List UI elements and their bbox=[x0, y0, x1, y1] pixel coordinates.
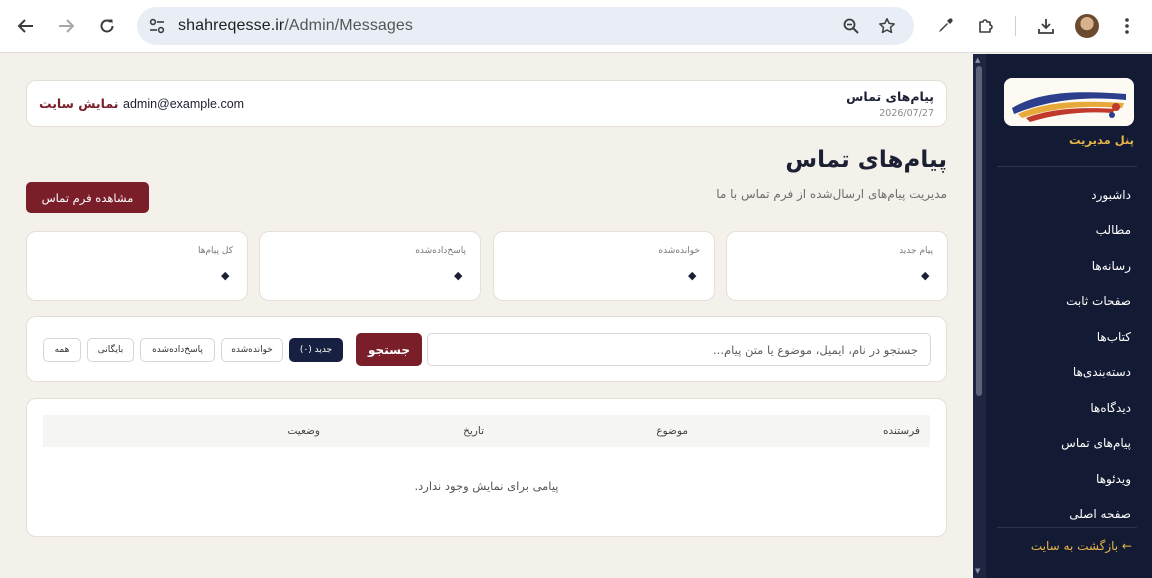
profile-avatar[interactable] bbox=[1075, 14, 1099, 38]
kebab-menu-icon[interactable] bbox=[1112, 11, 1142, 41]
stat-value: ◆ bbox=[688, 269, 697, 282]
stat-card-answered: پاسخ‌داده‌شده ◆ bbox=[259, 231, 481, 301]
forward-arrow-icon[interactable] bbox=[51, 11, 81, 41]
sidebar-item-videos[interactable]: ویدئوها bbox=[1096, 472, 1131, 486]
stat-value: ◆ bbox=[921, 269, 930, 282]
download-icon[interactable] bbox=[1031, 11, 1061, 41]
search-input[interactable] bbox=[427, 333, 931, 366]
sidebar-item-dashboard[interactable]: داشبورد bbox=[1091, 188, 1131, 202]
reload-icon[interactable] bbox=[92, 11, 122, 41]
browser-toolbar: shahreqesse.ir/Admin/Messages bbox=[0, 0, 1152, 53]
filter-tab-answered[interactable]: پاسخ‌داده‌شده bbox=[140, 338, 215, 362]
page-title: پیام‌های تماس bbox=[785, 147, 947, 173]
admin-email: admin@example.com bbox=[123, 97, 245, 111]
stat-card-total: کل پیام‌ها ◆ bbox=[26, 231, 248, 301]
filter-tab-read[interactable]: خوانده‌شده bbox=[221, 338, 283, 362]
column-header-sender[interactable]: فرستنده bbox=[883, 425, 920, 437]
bookmark-star-icon[interactable] bbox=[876, 15, 898, 37]
view-contact-form-button[interactable]: مشاهده فرم تماس bbox=[26, 182, 149, 213]
scroll-up-icon[interactable]: ▲ bbox=[975, 56, 980, 64]
stat-card-new: پیام جدید ◆ bbox=[726, 231, 948, 301]
column-header-status[interactable]: وضعیت bbox=[287, 425, 320, 437]
site-logo[interactable] bbox=[1004, 78, 1134, 126]
zoom-icon[interactable] bbox=[840, 15, 862, 37]
sidebar-scrollbar[interactable]: ▲ ▼ bbox=[973, 54, 986, 578]
stat-label: کل پیام‌ها bbox=[198, 246, 233, 256]
filter-tab-all[interactable]: همه bbox=[43, 338, 81, 362]
messages-table: فرستنده موضوع تاریخ وضعیت پیامی برای نما… bbox=[26, 398, 947, 537]
stat-value: ◆ bbox=[454, 269, 463, 282]
main-content: پیام‌های تماس 2026/07/27 admin@example.c… bbox=[0, 54, 972, 578]
filter-tab-new[interactable]: جدید (۰) bbox=[289, 338, 343, 362]
stat-value: ◆ bbox=[221, 269, 230, 282]
sidebar-item-categories[interactable]: دسته‌بندی‌ها bbox=[1073, 365, 1131, 379]
filter-bar: جستجو جدید (۰) خوانده‌شده پاسخ‌داده‌شده … bbox=[26, 316, 947, 382]
scrollbar-thumb[interactable] bbox=[976, 66, 982, 396]
sidebar-divider bbox=[997, 166, 1137, 167]
site-settings-icon[interactable] bbox=[147, 16, 167, 36]
page-subtitle: مدیریت پیام‌های ارسال‌شده از فرم تماس با… bbox=[716, 187, 947, 201]
stat-label: پیام جدید bbox=[899, 246, 933, 256]
toolbar-separator bbox=[1015, 16, 1016, 36]
sidebar-caption: پنل مدیریت bbox=[1068, 133, 1134, 147]
header-date: 2026/07/27 bbox=[879, 108, 934, 119]
scroll-down-icon[interactable]: ▼ bbox=[975, 567, 980, 575]
table-header: فرستنده موضوع تاریخ وضعیت bbox=[43, 415, 930, 447]
url-text[interactable]: shahreqesse.ir/Admin/Messages bbox=[178, 17, 413, 35]
sidebar-divider bbox=[997, 527, 1137, 528]
sidebar-item-books[interactable]: کتاب‌ها bbox=[1097, 330, 1131, 344]
sidebar-item-posts[interactable]: مطالب bbox=[1096, 223, 1131, 237]
extensions-icon[interactable] bbox=[971, 11, 1001, 41]
search-button[interactable]: جستجو bbox=[356, 333, 422, 366]
address-bar[interactable]: shahreqesse.ir/Admin/Messages bbox=[137, 7, 914, 45]
filter-tab-archived[interactable]: بایگانی bbox=[87, 338, 134, 362]
column-header-date[interactable]: تاریخ bbox=[463, 425, 484, 437]
sidebar-item-comments[interactable]: دیدگاه‌ها bbox=[1090, 401, 1131, 415]
url-path: /Admin/Messages bbox=[284, 17, 414, 34]
stat-card-read: خوانده‌شده ◆ bbox=[493, 231, 715, 301]
top-header-card: پیام‌های تماس 2026/07/27 admin@example.c… bbox=[26, 80, 947, 127]
sidebar-item-contact-messages[interactable]: پیام‌های تماس bbox=[1061, 436, 1131, 450]
stat-label: خوانده‌شده bbox=[658, 246, 700, 256]
header-title: پیام‌های تماس bbox=[846, 89, 934, 104]
back-arrow-icon[interactable] bbox=[11, 11, 41, 41]
sidebar-item-media[interactable]: رسانه‌ها bbox=[1092, 259, 1131, 273]
sidebar-item-home-page[interactable]: صفحه اصلی bbox=[1069, 507, 1131, 521]
sidebar-item-static-pages[interactable]: صفحات ثابت bbox=[1066, 294, 1131, 308]
column-header-subject[interactable]: موضوع bbox=[656, 425, 688, 437]
admin-sidebar: ▲ ▼ پنل مدیریت داشبورد مطالب رسانه‌ها صف… bbox=[973, 54, 1152, 578]
empty-state-message: پیامی برای نمایش وجود ندارد. bbox=[414, 479, 559, 493]
url-host: shahreqesse.ir bbox=[178, 17, 285, 34]
stat-label: پاسخ‌داده‌شده bbox=[415, 246, 466, 256]
view-site-link[interactable]: نمایش سایت bbox=[39, 96, 118, 111]
eyedropper-icon[interactable] bbox=[930, 11, 960, 41]
back-to-site-link[interactable]: ← بازگشت به سایت bbox=[1031, 539, 1132, 553]
